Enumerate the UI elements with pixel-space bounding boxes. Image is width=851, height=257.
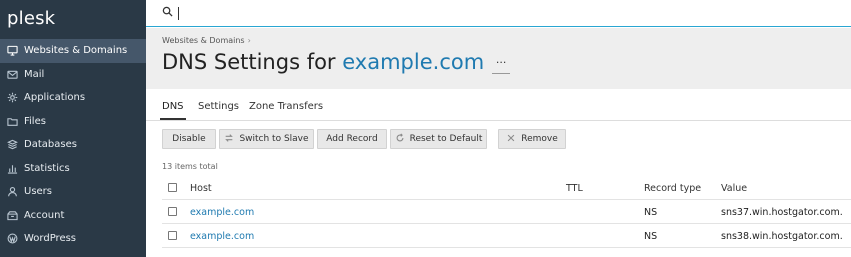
folder-icon [7, 116, 18, 127]
sidebar-item-wordpress[interactable]: WordPress [0, 227, 146, 251]
sidebar-item-files[interactable]: Files [0, 110, 146, 134]
sidebar-item-account[interactable]: Account [0, 204, 146, 228]
search-input[interactable] [178, 6, 478, 20]
user-icon [7, 186, 18, 197]
page-title: DNS Settings for example.com ··· [162, 50, 511, 74]
switch-to-slave-label: Switch to Slave [239, 134, 309, 144]
record-type-cell: NS [644, 231, 658, 242]
sidebar-item-label: Databases [24, 139, 77, 151]
disable-button[interactable]: Disable [162, 129, 216, 149]
sidebar: plesk Websites & Domains Mail Applicatio… [0, 0, 146, 257]
wordpress-icon [7, 233, 18, 244]
monitor-icon [7, 45, 18, 56]
sidebar-item-websites-domains[interactable]: Websites & Domains [0, 39, 146, 63]
value-cell: sns37.win.hostgator.com. [721, 207, 843, 218]
sidebar-item-label: Mail [24, 68, 45, 80]
switch-icon [224, 133, 239, 146]
sidebar-item-users[interactable]: Users [0, 180, 146, 204]
sidebar-item-label: Websites & Domains [24, 45, 128, 57]
tab-zone-transfers[interactable]: Zone Transfers [249, 101, 323, 112]
sidebar-item-label: WordPress [24, 233, 77, 245]
breadcrumb-link-websites-domains[interactable]: Websites & Domains [162, 36, 245, 45]
sidebar-item-label: Statistics [24, 162, 70, 174]
reset-to-default-button[interactable]: Reset to Default [390, 129, 487, 149]
search-icon [162, 6, 173, 20]
column-header-record-type[interactable]: Record type [644, 183, 701, 194]
page-header: Websites & Domains › DNS Settings for exa… [146, 28, 851, 89]
search-bar [146, 0, 851, 27]
page-title-prefix: DNS Settings for [162, 50, 343, 74]
table-row: example.com NS sns37.win.hostgator.com. [162, 200, 851, 224]
row-checkbox[interactable] [168, 207, 177, 216]
remove-button[interactable]: Remove [498, 129, 566, 149]
record-type-cell: NS [644, 207, 658, 218]
disable-button-label: Disable [172, 134, 206, 144]
database-icon [7, 139, 18, 150]
table-header-row: Host TTL Record type Value [162, 176, 851, 200]
envelope-icon [7, 69, 18, 80]
sidebar-item-applications[interactable]: Applications [0, 86, 146, 110]
sidebar-item-statistics[interactable]: Statistics [0, 157, 146, 181]
column-header-host[interactable]: Host [190, 183, 212, 194]
column-header-value[interactable]: Value [721, 183, 747, 194]
add-record-button[interactable]: Add Record [317, 129, 387, 149]
host-link[interactable]: example.com [190, 231, 254, 242]
select-all-checkbox[interactable] [168, 183, 177, 192]
breadcrumb: Websites & Domains › [162, 36, 251, 45]
table-row: example.com NS sns38.win.hostgator.com. [162, 224, 851, 248]
chevron-right-icon: › [247, 36, 251, 45]
host-link[interactable]: example.com [190, 207, 254, 218]
tab-dns[interactable]: DNS [160, 101, 186, 120]
sidebar-item-label: Users [24, 186, 53, 198]
plesk-logo[interactable]: plesk [0, 0, 146, 39]
gear-icon [7, 92, 18, 103]
row-checkbox[interactable] [168, 231, 177, 240]
tab-bar: DNS Settings Zone Transfers [146, 97, 851, 121]
remove-icon [506, 133, 521, 146]
column-header-ttl[interactable]: TTL [566, 183, 583, 194]
sidebar-item-label: Files [24, 115, 46, 127]
logo-text: plesk [7, 8, 56, 29]
reset-to-default-label: Reset to Default [409, 134, 483, 144]
remove-label: Remove [521, 134, 558, 144]
sidebar-item-label: Account [24, 209, 65, 221]
more-actions-button[interactable]: ··· [492, 57, 511, 74]
dns-records-table: Host TTL Record type Value example.com N… [162, 176, 851, 248]
switch-to-slave-button[interactable]: Switch to Slave [219, 129, 314, 149]
sidebar-item-mail[interactable]: Mail [0, 63, 146, 87]
tab-settings[interactable]: Settings [198, 101, 239, 112]
value-cell: sns38.win.hostgator.com. [721, 231, 843, 242]
briefcase-icon [7, 210, 18, 221]
add-record-label: Add Record [326, 134, 378, 144]
bar-chart-icon [7, 163, 18, 174]
reset-icon [395, 132, 410, 146]
page-title-domain: example.com [342, 50, 485, 74]
items-total-count: 13 items total [162, 162, 218, 171]
sidebar-item-label: Applications [24, 92, 86, 104]
sidebar-item-databases[interactable]: Databases [0, 133, 146, 157]
